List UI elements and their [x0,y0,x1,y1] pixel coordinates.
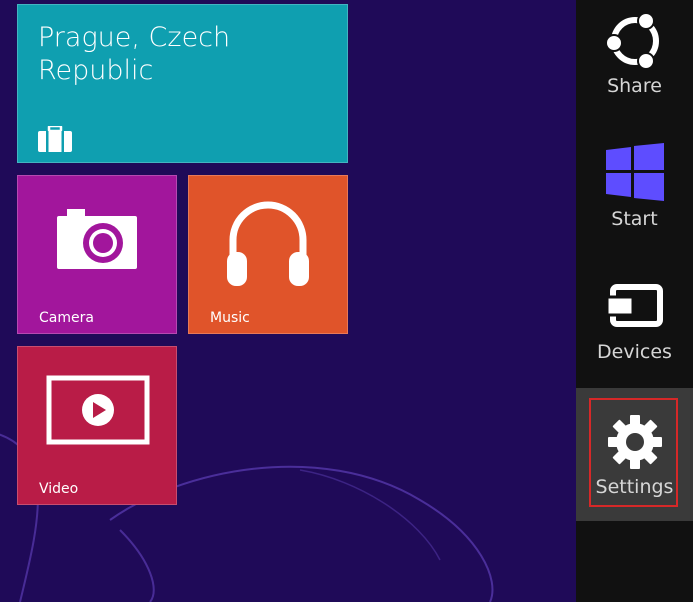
settings-charm-label: Settings [595,476,674,498]
camera-tile-label: Camera [39,310,94,326]
start-charm-label: Start [611,208,658,230]
devices-icon [606,284,663,327]
gear-icon [607,415,662,469]
share-icon [604,12,659,70]
headphones-icon [227,201,309,286]
share-charm[interactable]: Share [576,0,693,133]
settings-charm[interactable]: Settings [576,388,693,521]
start-charm[interactable]: Start [576,133,693,266]
video-tile[interactable]: Video [17,346,177,505]
share-charm-label: Share [607,75,662,97]
travel-tile-city: Prague, Czech Republic [38,21,318,87]
camera-icon [57,209,137,269]
devices-charm-label: Devices [597,341,672,363]
start-screen-background: Prague, Czech Republic Camera Music Vide… [0,0,576,602]
music-tile[interactable]: Music [188,175,348,334]
travel-tile[interactable]: Prague, Czech Republic [17,4,348,163]
video-player-icon [46,375,150,445]
briefcase-icon [38,126,72,152]
camera-tile[interactable]: Camera [17,175,177,334]
travel-city-line1: Prague, Czech [38,22,231,53]
charms-bar: Share Start Devices Settings [576,0,693,602]
video-tile-label: Video [39,481,79,497]
windows-logo-icon [605,143,664,201]
music-tile-label: Music [210,310,250,326]
travel-city-line2: Republic [38,55,154,86]
devices-charm[interactable]: Devices [576,266,693,399]
